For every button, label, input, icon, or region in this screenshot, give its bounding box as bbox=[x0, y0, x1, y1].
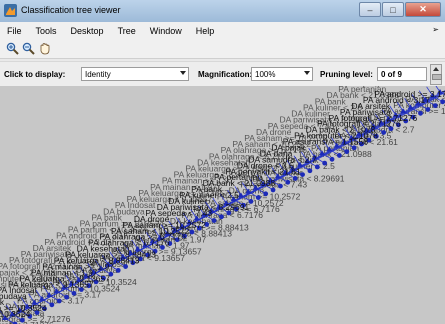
leaf-node[interactable] bbox=[314, 164, 320, 170]
magnification-select[interactable]: 100% bbox=[251, 67, 313, 81]
close-button[interactable]: ✕ bbox=[405, 2, 441, 17]
window-title: Classification tree viewer bbox=[21, 5, 121, 15]
menu-help[interactable]: Help bbox=[189, 26, 222, 36]
display-select[interactable]: Identity bbox=[81, 67, 189, 81]
menu-window[interactable]: Window bbox=[143, 26, 189, 36]
leaf-node[interactable] bbox=[337, 153, 342, 158]
leaf-node[interactable] bbox=[440, 99, 445, 105]
menu-tools[interactable]: Tools bbox=[29, 26, 64, 36]
tree-diagram[interactable]: DA drone < 3.5PA fotografi < 2.71276DA s… bbox=[0, 86, 445, 324]
leaf-node[interactable] bbox=[432, 103, 438, 109]
leaf-node[interactable] bbox=[300, 172, 305, 178]
leaf-node[interactable] bbox=[329, 156, 335, 162]
magnification-value: 100% bbox=[255, 70, 276, 79]
leaf-node[interactable] bbox=[285, 179, 291, 185]
slider-thumb[interactable] bbox=[432, 74, 442, 80]
leaf-node[interactable] bbox=[219, 214, 224, 220]
node-label: PA penyakit < 21.61 bbox=[350, 86, 425, 88]
display-controls: Click to display: Identity Magnification… bbox=[0, 61, 445, 87]
tree-canvas[interactable]: DA drone < 3.5PA fotografi < 2.71276DA s… bbox=[0, 86, 445, 324]
dropdown-arrow-icon bbox=[304, 71, 310, 75]
pan-hand-icon bbox=[40, 43, 50, 55]
maximize-icon: □ bbox=[390, 4, 396, 15]
minimize-button[interactable]: – bbox=[359, 2, 381, 17]
display-value: Identity bbox=[85, 70, 111, 79]
leaf-node[interactable] bbox=[71, 290, 77, 296]
window-controls: – □ ✕ bbox=[359, 2, 441, 17]
application-window: Classification tree viewer – □ ✕ File To… bbox=[0, 0, 445, 324]
magnification-label: Magnification: bbox=[198, 70, 253, 79]
menu-bar: File Tools Desktop Tree Window Help ➢ bbox=[0, 22, 445, 39]
leaf-node[interactable] bbox=[307, 168, 313, 174]
leaf-node[interactable] bbox=[292, 176, 298, 181]
title-bar[interactable]: Classification tree viewer – □ ✕ bbox=[0, 0, 445, 22]
menu-tree[interactable]: Tree bbox=[111, 26, 143, 36]
leaf-node[interactable] bbox=[255, 195, 261, 200]
dropdown-arrow-icon bbox=[180, 71, 186, 75]
pruning-label: Pruning level: bbox=[320, 70, 373, 79]
slider-up-icon bbox=[433, 67, 439, 71]
minimize-icon: – bbox=[367, 4, 373, 15]
leaf-node[interactable] bbox=[211, 218, 217, 223]
leaf-node[interactable] bbox=[263, 191, 269, 197]
display-label: Click to display: bbox=[4, 70, 66, 79]
node-label: PA android >= 3.17 bbox=[374, 89, 445, 99]
leaf-node[interactable] bbox=[49, 302, 55, 308]
dock-arrow-icon[interactable]: ➢ bbox=[432, 25, 439, 34]
leaf-node[interactable] bbox=[344, 149, 350, 155]
close-icon: ✕ bbox=[419, 4, 427, 14]
leaf-node[interactable] bbox=[115, 267, 121, 273]
leaf-node[interactable] bbox=[381, 130, 387, 135]
pruning-level-field: 0 of 9 bbox=[377, 67, 427, 81]
leaf-node[interactable] bbox=[248, 199, 254, 204]
zoom-in-button[interactable] bbox=[5, 41, 20, 56]
zoom-out-icon bbox=[22, 42, 35, 55]
leaf-node[interactable] bbox=[189, 229, 195, 235]
node-label: PA parfum >= 10.3524 bbox=[0, 303, 47, 313]
maximize-button[interactable]: □ bbox=[382, 2, 404, 17]
pan-button[interactable] bbox=[37, 41, 52, 56]
leaf-node[interactable] bbox=[418, 110, 423, 116]
leaf-node[interactable] bbox=[322, 160, 328, 166]
toolbar bbox=[0, 39, 445, 59]
zoom-in-icon bbox=[6, 42, 19, 55]
leaf-node[interactable] bbox=[278, 183, 283, 189]
matlab-icon bbox=[4, 4, 17, 17]
zoom-out-button[interactable] bbox=[21, 41, 36, 56]
pruning-value: 0 of 9 bbox=[381, 70, 402, 79]
menu-file[interactable]: File bbox=[0, 26, 29, 36]
menu-desktop[interactable]: Desktop bbox=[64, 26, 111, 36]
leaf-node[interactable] bbox=[425, 107, 431, 112]
leaf-node[interactable] bbox=[56, 298, 62, 304]
leaf-node[interactable] bbox=[270, 187, 276, 193]
pruning-slider[interactable] bbox=[430, 64, 442, 85]
leaf-node[interactable] bbox=[64, 294, 70, 300]
